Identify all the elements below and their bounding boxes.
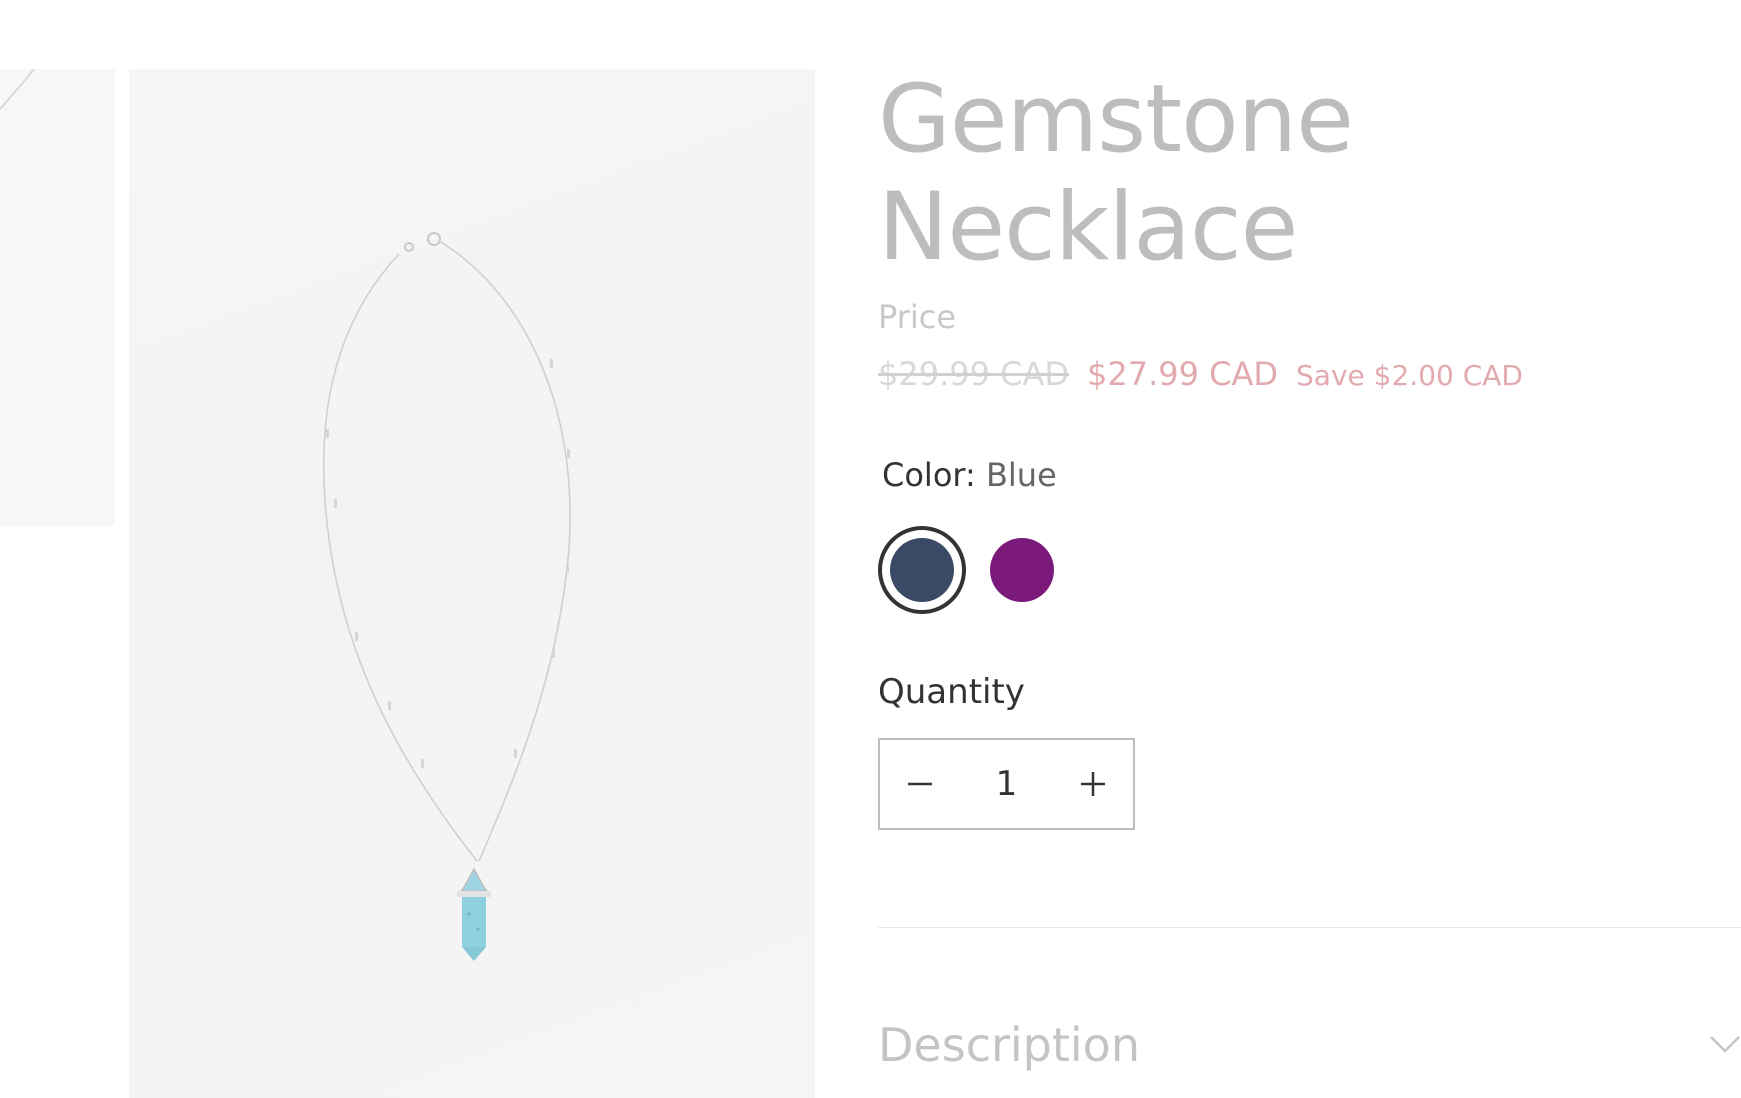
swatch-purple[interactable] [990, 538, 1054, 602]
necklace-chain-fragment [0, 69, 35, 110]
color-label: Color: [882, 456, 976, 494]
quantity-input[interactable] [960, 740, 1053, 828]
quantity-increase-button[interactable] [1053, 740, 1133, 828]
product-info: Gemstone Necklace Price $29.99 CAD $27.9… [878, 0, 1741, 1098]
quantity-decrease-button[interactable] [880, 740, 960, 828]
selected-color-value: Blue [985, 456, 1057, 494]
price-label: Price [878, 298, 957, 336]
product-main-image[interactable] [129, 69, 815, 1098]
price-row: $29.99 CAD $27.99 CAD Save $2.00 CAD [878, 355, 1523, 393]
quantity-label: Quantity [878, 672, 1025, 712]
color-swatches [878, 526, 1078, 616]
savings-badge: Save $2.00 CAD [1296, 359, 1523, 392]
color-selector-label: Color: Blue [882, 456, 1057, 494]
gallery-thumbnail-previous[interactable] [0, 69, 115, 526]
swatch-blue-fill [890, 538, 954, 602]
product-title: Gemstone Necklace [878, 65, 1354, 282]
description-label: Description [878, 1018, 1140, 1072]
original-price: $29.99 CAD [878, 355, 1070, 393]
section-divider [878, 927, 1741, 928]
minus-icon [908, 782, 932, 786]
plus-icon [1081, 772, 1105, 796]
chevron-down-icon [1710, 1036, 1740, 1053]
sale-price: $27.99 CAD [1087, 355, 1279, 393]
necklace-illustration [322, 232, 571, 961]
quantity-stepper [878, 738, 1135, 830]
swatch-blue[interactable] [878, 526, 966, 614]
description-accordion-toggle[interactable]: Description [878, 1018, 1741, 1082]
